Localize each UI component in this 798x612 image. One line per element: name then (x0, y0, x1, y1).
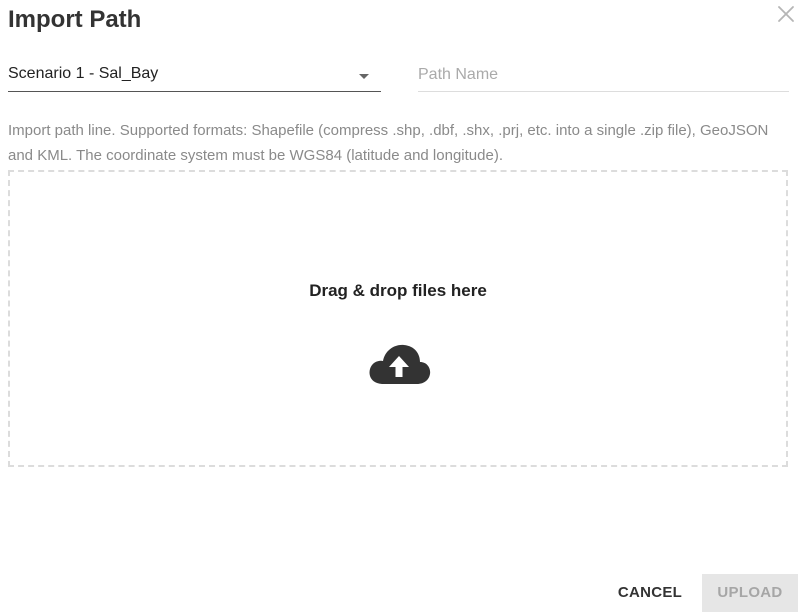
cloud-upload-icon (367, 342, 431, 386)
file-dropzone[interactable]: Drag & drop files here (8, 170, 788, 467)
dropzone-label: Drag & drop files here (309, 281, 487, 300)
helper-text: Import path line. Supported formats: Sha… (8, 122, 769, 164)
scenario-select[interactable]: Scenario 1 - Sal_Bay (8, 58, 381, 92)
scenario-select-value: Scenario 1 - Sal_Bay (8, 65, 159, 82)
caret-down-icon (359, 74, 369, 79)
dialog-title: Import Path (8, 6, 142, 33)
close-icon (778, 6, 794, 22)
path-name-input[interactable] (418, 58, 789, 92)
upload-button[interactable]: UPLOAD (702, 574, 798, 612)
cancel-button[interactable]: CANCEL (608, 574, 692, 612)
import-path-dialog: Import Path Scenario 1 - Sal_Bay Import … (0, 0, 798, 612)
close-button[interactable] (774, 2, 798, 26)
